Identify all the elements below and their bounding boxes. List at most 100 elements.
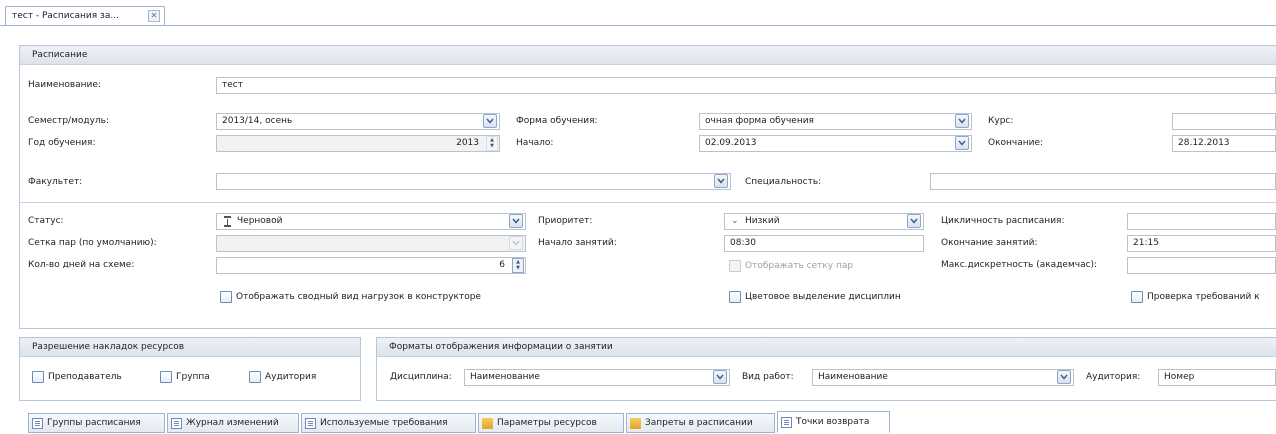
priority-select[interactable]: Низкий bbox=[724, 213, 924, 230]
show-pair-grid-checkbox bbox=[729, 260, 741, 272]
chevron-down-icon bbox=[717, 178, 725, 184]
discipline-format-dropdown-button[interactable] bbox=[713, 370, 727, 384]
days-count-input[interactable]: 6 bbox=[216, 257, 526, 274]
faculty-dropdown-button[interactable] bbox=[714, 174, 728, 188]
year-spinner: ▲ ▼ bbox=[486, 136, 498, 151]
days-count-label: Кол-во дней на схеме: bbox=[28, 260, 135, 270]
chevron-down-icon bbox=[716, 374, 724, 380]
tab-resource-params[interactable]: Параметры ресурсов bbox=[478, 413, 624, 433]
color-disciplines-label: Цветовое выделение дисциплин bbox=[745, 292, 901, 302]
discipline-format-select[interactable]: Наименование bbox=[464, 369, 730, 386]
folder-icon bbox=[482, 417, 493, 429]
table-icon bbox=[32, 417, 43, 429]
chevron-down-icon bbox=[910, 218, 918, 224]
lessons-end-input[interactable]: 21:15 bbox=[1127, 235, 1276, 252]
end-label: Окончание: bbox=[988, 138, 1044, 148]
max-discreteness-label: Макс.дискретность (академчас): bbox=[941, 260, 1098, 270]
tab-schedule-restrictions[interactable]: Запреты в расписании bbox=[626, 413, 775, 433]
year-label: Год обучения: bbox=[28, 138, 96, 148]
show-summary-checkbox[interactable] bbox=[220, 291, 232, 303]
teacher-checkbox[interactable] bbox=[32, 371, 44, 383]
work-format-label: Вид работ: bbox=[742, 372, 794, 382]
study-form-select[interactable]: очная форма обучения bbox=[699, 113, 972, 130]
tab-label: Точки возврата bbox=[796, 417, 870, 427]
work-format-select[interactable]: Наименование bbox=[812, 369, 1074, 386]
tab-label: Запреты в расписании bbox=[645, 418, 753, 428]
lessons-end-label: Окончание занятий: bbox=[941, 238, 1038, 248]
tab-change-log[interactable]: Журнал изменений bbox=[167, 413, 299, 433]
close-icon[interactable]: ✕ bbox=[148, 10, 160, 22]
start-date-input[interactable]: 02.09.2013 bbox=[699, 135, 972, 152]
semester-dropdown-button[interactable] bbox=[483, 114, 497, 128]
table-icon bbox=[171, 417, 182, 429]
study-form-label: Форма обучения: bbox=[516, 116, 598, 126]
tab-used-requirements[interactable]: Используемые требования bbox=[301, 413, 476, 433]
tab-schedule-groups[interactable]: Группы расписания bbox=[28, 413, 165, 433]
formats-panel-title: Форматы отображения информации о занятии bbox=[377, 338, 1276, 357]
chevron-down-icon bbox=[1060, 374, 1068, 380]
auditorium-checkbox[interactable] bbox=[249, 371, 261, 383]
semester-select[interactable]: 2013/14, осень bbox=[216, 113, 500, 130]
status-select[interactable]: Черновой bbox=[216, 213, 526, 230]
status-label: Статус: bbox=[28, 216, 64, 226]
year-input[interactable]: 2013 bbox=[216, 135, 500, 152]
tab-label: Параметры ресурсов bbox=[497, 418, 597, 428]
semester-label: Семестр/модуль: bbox=[28, 116, 110, 126]
speciality-label: Специальность: bbox=[745, 177, 822, 187]
overlap-panel-title: Разрешение накладок ресурсов bbox=[20, 338, 360, 357]
days-count-spinner[interactable]: ▲ ▼ bbox=[512, 258, 524, 273]
auditorium-label: Аудитория bbox=[265, 372, 317, 382]
hourglass-icon bbox=[224, 216, 231, 227]
lessons-start-input[interactable]: 08:30 bbox=[724, 235, 924, 252]
tab-rollback-points[interactable]: Точки возврата bbox=[777, 411, 890, 433]
name-input[interactable]: тест bbox=[216, 77, 1276, 94]
cyclicity-label: Цикличность расписания: bbox=[941, 216, 1065, 226]
spin-down-icon[interactable]: ▼ bbox=[513, 266, 523, 273]
speciality-select[interactable] bbox=[930, 173, 1276, 190]
course-input[interactable] bbox=[1172, 113, 1276, 130]
group-checkbox[interactable] bbox=[160, 371, 172, 383]
status-dropdown-button[interactable] bbox=[509, 214, 523, 228]
pair-grid-label: Сетка пар (по умолчанию): bbox=[28, 238, 157, 248]
chevron-down-icon bbox=[958, 118, 966, 124]
table-icon bbox=[305, 417, 316, 429]
priority-label: Приоритет: bbox=[538, 216, 593, 226]
cyclicity-input[interactable] bbox=[1127, 213, 1276, 230]
start-date-dropdown-button[interactable] bbox=[955, 136, 969, 150]
group-label: Группа bbox=[176, 372, 210, 382]
status-value: Черновой bbox=[237, 216, 283, 226]
end-date-input[interactable]: 28.12.2013 bbox=[1172, 135, 1276, 152]
aud-format-select[interactable]: Номер bbox=[1158, 369, 1276, 386]
arrow-down-icon: ⌄ bbox=[731, 216, 739, 226]
chevron-down-icon bbox=[512, 240, 520, 246]
color-disciplines-checkbox[interactable] bbox=[729, 291, 741, 303]
course-label: Курс: bbox=[988, 116, 1014, 126]
schedule-panel-title: Расписание bbox=[20, 46, 1276, 65]
aud-format-label: Аудитория: bbox=[1086, 372, 1141, 382]
start-label: Начало: bbox=[516, 138, 554, 148]
tab-strip-line bbox=[0, 25, 1276, 26]
max-discreteness-input[interactable] bbox=[1127, 257, 1276, 274]
folder-icon bbox=[630, 417, 641, 429]
priority-dropdown-button[interactable] bbox=[907, 214, 921, 228]
check-requirements-checkbox[interactable] bbox=[1131, 291, 1143, 303]
faculty-select[interactable] bbox=[216, 173, 731, 190]
show-summary-label: Отображать сводный вид нагрузок в констр… bbox=[236, 292, 481, 302]
section-divider bbox=[19, 202, 1276, 203]
study-form-dropdown-button[interactable] bbox=[955, 114, 969, 128]
table-icon bbox=[781, 416, 792, 428]
show-pair-grid-label: Отображать сетку пар bbox=[745, 261, 854, 271]
tab-label: Журнал изменений bbox=[186, 418, 279, 428]
priority-value: Низкий bbox=[745, 216, 780, 226]
chevron-down-icon bbox=[958, 140, 966, 146]
tab-label: Группы расписания bbox=[47, 418, 141, 428]
check-requirements-label: Проверка требований к bbox=[1147, 292, 1260, 302]
chevron-down-icon bbox=[512, 218, 520, 224]
teacher-label: Преподаватель bbox=[48, 372, 122, 382]
work-format-dropdown-button[interactable] bbox=[1057, 370, 1071, 384]
overlap-panel: Разрешение накладок ресурсов bbox=[19, 337, 361, 401]
document-tab[interactable]: тест - Расписания за... ✕ bbox=[5, 6, 165, 25]
pair-grid-select bbox=[216, 235, 526, 252]
lessons-start-label: Начало занятий: bbox=[538, 238, 617, 248]
document-tab-title: тест - Расписания за... bbox=[12, 11, 119, 21]
